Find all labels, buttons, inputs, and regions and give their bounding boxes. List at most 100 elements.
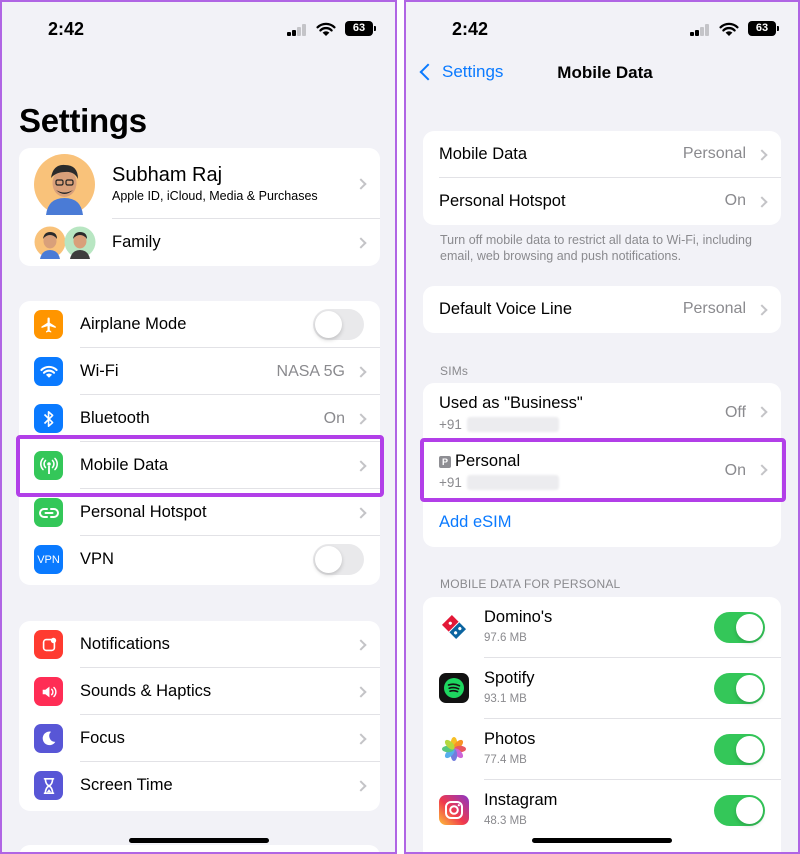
personal-hotspot-label: Personal Hotspot <box>80 503 207 521</box>
chevron-right-icon <box>756 148 768 161</box>
chevron-right-icon <box>355 459 367 472</box>
vpn-row[interactable]: VPN VPN <box>19 536 380 583</box>
notifications-group: Notifications Sounds & Haptics Focus Scr… <box>19 621 380 811</box>
vpn-toggle[interactable] <box>313 544 364 575</box>
personal-hotspot-setting-row[interactable]: Personal Hotspot On <box>423 178 781 225</box>
vpn-label: VPN <box>80 550 114 568</box>
bluetooth-value: On <box>323 409 345 427</box>
status-bar: 2:42 63 <box>2 2 395 56</box>
sim-personal-row[interactable]: P Personal +91 On <box>423 441 781 499</box>
wifi-value: NASA 5G <box>276 362 345 380</box>
chevron-right-icon <box>355 685 367 698</box>
cellular-signal-icon <box>287 24 307 36</box>
wifi-status-icon <box>719 22 739 36</box>
settings-screen: 2:42 63 Settings Subham Raj Apple ID, iC… <box>0 0 397 854</box>
spotify-icon <box>439 673 469 703</box>
default-voice-line-row[interactable]: Default Voice Line Personal <box>423 286 781 333</box>
speaker-icon <box>34 677 63 706</box>
airplane-mode-label: Airplane Mode <box>80 315 187 333</box>
screen-time-label: Screen Time <box>80 776 173 794</box>
battery-icon: 63 <box>748 21 779 36</box>
app-size: 97.6 MB <box>484 632 527 644</box>
app-row-photos: Photos 77.4 MB <box>423 719 781 780</box>
bluetooth-row[interactable]: Bluetooth On <box>19 395 380 442</box>
bluetooth-label: Bluetooth <box>80 409 150 427</box>
chevron-right-icon <box>355 236 367 249</box>
chevron-right-icon <box>756 406 768 418</box>
mobile-data-setting-label: Mobile Data <box>439 145 528 163</box>
chevron-right-icon <box>355 638 367 651</box>
airplane-mode-toggle[interactable] <box>313 309 364 340</box>
add-esim-label: Add eSIM <box>439 513 512 531</box>
wifi-label: Wi-Fi <box>80 362 119 380</box>
sounds-haptics-label: Sounds & Haptics <box>80 682 212 700</box>
family-label: Family <box>112 233 161 251</box>
dominos-data-toggle[interactable] <box>714 612 765 643</box>
family-row[interactable]: Family <box>19 219 380 266</box>
app-size: 77.4 MB <box>484 754 527 766</box>
vpn-icon: VPN <box>34 545 63 574</box>
sim-personal-value: On <box>724 462 746 479</box>
bluetooth-icon <box>34 404 63 433</box>
instagram-icon <box>439 795 469 825</box>
photos-data-toggle[interactable] <box>714 734 765 765</box>
sim-personal-name: Personal <box>455 452 521 470</box>
battery-icon: 63 <box>345 21 376 36</box>
connectivity-group: Airplane Mode Wi-Fi NASA 5G Bluetooth On <box>19 301 380 585</box>
airplane-icon <box>34 310 63 339</box>
notifications-row[interactable]: Notifications <box>19 621 380 668</box>
sim-business-value: Off <box>724 404 746 421</box>
app-row-instagram: Instagram 48.3 MB <box>423 780 781 841</box>
dominos-icon <box>439 612 469 642</box>
chevron-right-icon <box>756 195 768 208</box>
sidebar-item-wifi[interactable]: Wi-Fi NASA 5G <box>19 348 380 395</box>
sim-personal-name-wrap: P Personal <box>439 452 520 471</box>
voice-line-group: Default Voice Line Personal <box>423 286 781 333</box>
app-row-spotify: Spotify 93.1 MB <box>423 658 781 719</box>
profile-subtitle: Apple ID, iCloud, Media & Purchases <box>112 189 318 203</box>
screen-time-row[interactable]: Screen Time <box>19 762 380 809</box>
instagram-data-toggle[interactable] <box>714 795 765 826</box>
sim-badge: P <box>439 456 451 468</box>
profile-name: Subham Raj <box>112 164 223 186</box>
sim-business-name: Used as "Business" <box>439 394 583 412</box>
add-esim-button[interactable]: Add eSIM <box>423 499 781 547</box>
redacted-number <box>467 417 559 432</box>
hotspot-icon <box>34 498 63 527</box>
mobile-data-row[interactable]: Mobile Data <box>19 442 380 489</box>
sim-business-row[interactable]: Used as "Business" +91 Off <box>423 383 781 441</box>
sounds-haptics-row[interactable]: Sounds & Haptics <box>19 668 380 715</box>
status-time: 2:42 <box>48 19 85 39</box>
chevron-right-icon <box>355 365 367 378</box>
sims-section-header: SIMs <box>440 364 469 378</box>
apps-section-header: MOBILE DATA FOR PERSONAL <box>440 577 621 591</box>
app-size: 48.3 MB <box>484 815 527 827</box>
app-name: Domino's <box>484 608 553 626</box>
sims-group: Used as "Business" +91 Off P Personal +91… <box>423 383 781 547</box>
status-bar: 2:42 63 <box>406 2 798 56</box>
spotify-data-toggle[interactable] <box>714 673 765 704</box>
notifications-label: Notifications <box>80 635 170 653</box>
apple-id-row[interactable]: Subham Raj Apple ID, iCloud, Media & Pur… <box>19 148 380 219</box>
mobile-data-group: Mobile Data Personal Personal Hotspot On <box>423 131 781 225</box>
airplane-mode-row[interactable]: Airplane Mode <box>19 301 380 348</box>
app-name: Instagram <box>484 791 558 809</box>
chevron-right-icon <box>355 177 367 190</box>
focus-row[interactable]: Focus <box>19 715 380 762</box>
app-name: Spotify <box>484 669 535 687</box>
hourglass-icon <box>34 771 63 800</box>
chevron-right-icon <box>355 412 367 425</box>
mobile-data-footnote: Turn off mobile data to restrict all dat… <box>440 233 752 263</box>
nav-title: Mobile Data <box>557 63 653 82</box>
personal-hotspot-row[interactable]: Personal Hotspot <box>19 489 380 536</box>
avatar <box>34 154 95 215</box>
sim-business-number: +91 <box>439 417 462 432</box>
personal-hotspot-setting-label: Personal Hotspot <box>439 192 566 210</box>
mobile-data-setting-value: Personal <box>682 145 746 162</box>
photos-icon <box>439 734 469 764</box>
mobile-data-setting-row[interactable]: Mobile Data Personal <box>423 131 781 178</box>
family-avatars-icon <box>34 226 96 259</box>
home-indicator <box>128 838 269 843</box>
chevron-right-icon <box>756 464 768 476</box>
sim-personal-number: +91 <box>439 475 462 490</box>
